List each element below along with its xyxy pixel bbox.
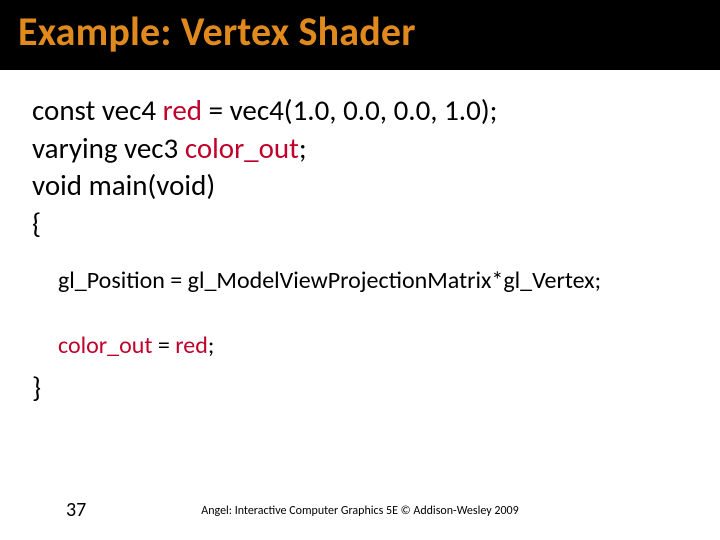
footer-credit: Angel: Interactive Computer Graphics 5E … [0, 504, 720, 518]
slide: Example: Vertex Shader const vec4 red = … [0, 0, 720, 540]
code-var-color-out: color_out [185, 130, 299, 166]
code-var-red: red [175, 331, 208, 360]
code-text: varying vec3 [32, 130, 185, 166]
code-line-5: gl_Position = gl_ModelViewProjectionMatr… [32, 265, 688, 296]
title-bar: Example: Vertex Shader [0, 0, 720, 70]
slide-body: const vec4 red = vec4(1.0, 0.0, 0.0, 1.0… [0, 70, 720, 407]
code-text: ; [299, 130, 307, 166]
code-text: = vec4(1.0, 0.0, 0.0, 1.0); [202, 92, 497, 128]
code-var-color-out: color_out [58, 331, 152, 360]
code-text: = [152, 331, 175, 360]
code-line-6: color_out = red; [32, 330, 688, 361]
code-line-4: { [32, 205, 688, 243]
code-line-1: const vec4 red = vec4(1.0, 0.0, 0.0, 1.0… [32, 92, 688, 130]
slide-title: Example: Vertex Shader [18, 10, 702, 54]
code-line-7: } [32, 369, 688, 407]
code-var-red: red [163, 92, 202, 128]
code-text: ; [208, 331, 214, 360]
code-line-3: void main(void) [32, 167, 688, 205]
code-text: const vec4 [32, 92, 163, 128]
code-line-2: varying vec3 color_out; [32, 130, 688, 168]
